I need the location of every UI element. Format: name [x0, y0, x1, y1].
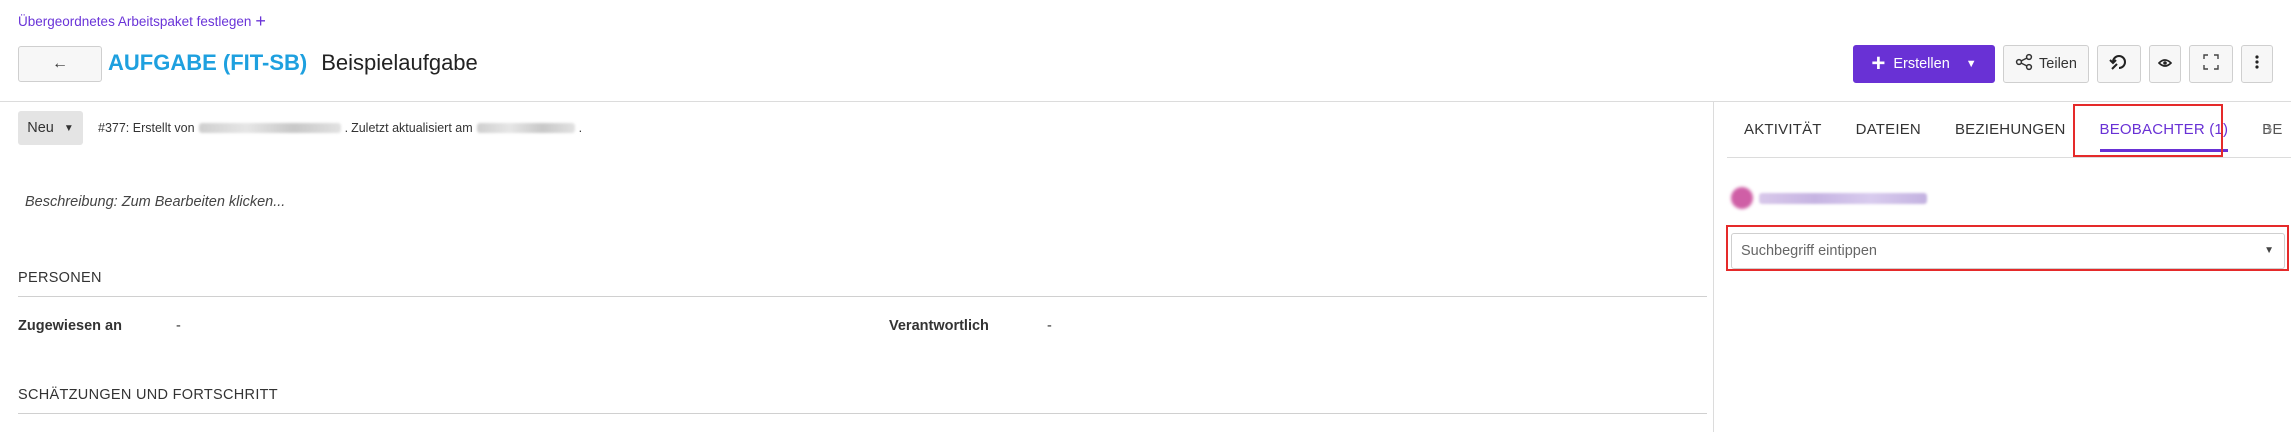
description-field[interactable]: Beschreibung: Zum Bearbeiten klicken...	[25, 194, 285, 210]
more-actions-button[interactable]	[2241, 45, 2273, 83]
set-parent-link[interactable]: Übergeordnetes Arbeitspaket festlegen +	[18, 12, 266, 30]
eye-icon	[2157, 56, 2173, 72]
share-icon	[2015, 53, 2033, 75]
work-package-meta: #377: Erstellt von . Zuletzt aktualisier…	[98, 121, 583, 135]
back-arrow-icon: ←	[52, 55, 68, 72]
highlight-box-watchers-tab	[2073, 104, 2223, 157]
tab-activity[interactable]: AKTIVITÄT	[1727, 101, 1839, 157]
caret-down-icon: ▼	[63, 122, 74, 134]
updated-at-text: Zuletzt aktualisiert am	[351, 121, 473, 135]
set-parent-label[interactable]: Übergeordnetes Arbeitspaket festlegen	[18, 14, 251, 29]
work-package-subject[interactable]: Beispielaufgabe	[321, 50, 478, 76]
responsible-value[interactable]: -	[1047, 318, 1052, 334]
assignee-value[interactable]: -	[176, 318, 181, 334]
create-button[interactable]: + Erstellen ▼	[1853, 45, 1995, 83]
watcher-search-input[interactable]: Suchbegriff eintippen ▼	[1731, 233, 2285, 269]
section-divider	[18, 296, 1707, 297]
watch-toggle-button[interactable]	[2149, 45, 2181, 83]
activity-button[interactable]	[2097, 45, 2141, 83]
toolbar: + Erstellen ▼ Teilen	[1853, 45, 2273, 83]
fullscreen-button[interactable]	[2189, 45, 2233, 83]
status-label: Neu	[27, 120, 54, 136]
panel-divider	[1713, 101, 1714, 432]
back-button[interactable]: ←	[18, 46, 102, 82]
work-package-title: AUFGABE (FIT-SB) Beispielaufgabe	[108, 50, 478, 76]
work-package-type[interactable]: AUFGABE (FIT-SB)	[108, 50, 307, 76]
caret-down-icon: ▼	[1965, 58, 1977, 70]
caret-down-icon[interactable]: ▼	[2264, 245, 2274, 256]
chevron-right-icon[interactable]: ›	[2266, 118, 2273, 141]
section-title-persons: PERSONEN	[18, 270, 102, 286]
author-redacted[interactable]	[198, 123, 341, 133]
watcher-name-redacted[interactable]	[1759, 192, 1927, 204]
updated-date-redacted	[476, 123, 575, 133]
tab-files[interactable]: DATEIEN	[1839, 101, 1938, 157]
avatar	[1731, 187, 1753, 209]
fullscreen-icon	[2203, 54, 2219, 74]
watcher-search-placeholder: Suchbegriff eintippen	[1741, 243, 1877, 259]
tab-relations[interactable]: BEZIEHUNGEN	[1938, 101, 2083, 157]
more-vertical-icon	[2255, 55, 2259, 73]
share-button[interactable]: Teilen	[2003, 45, 2089, 83]
share-button-label: Teilen	[2039, 56, 2077, 72]
responsible-label: Verantwortlich	[889, 318, 989, 334]
status-dropdown[interactable]: Neu ▼	[18, 111, 83, 145]
assignee-label: Zugewiesen an	[18, 318, 122, 334]
plus-icon: +	[1871, 50, 1886, 77]
create-button-label: Erstellen	[1893, 56, 1950, 72]
created-by-text: #377: Erstellt von	[98, 121, 195, 135]
section-title-estimates: SCHÄTZUNGEN UND FORTSCHRITT	[18, 387, 278, 403]
activity-history-icon	[2108, 51, 2130, 77]
plus-icon[interactable]: +	[255, 12, 266, 30]
watcher-entry	[1731, 187, 1927, 209]
section-divider	[18, 413, 1707, 414]
tabs-divider	[1727, 157, 2291, 158]
